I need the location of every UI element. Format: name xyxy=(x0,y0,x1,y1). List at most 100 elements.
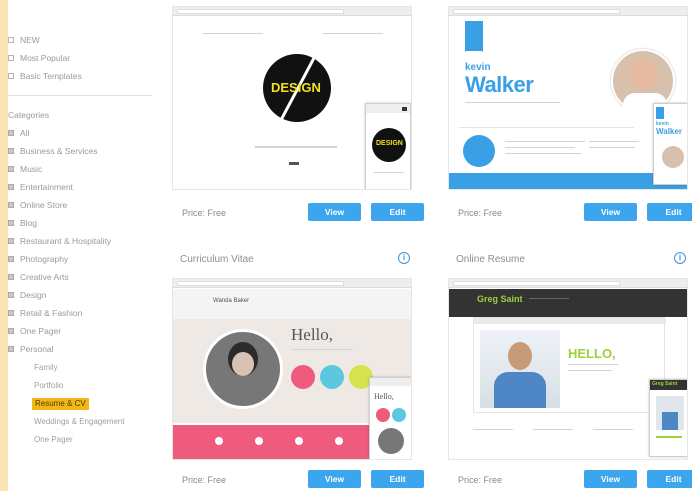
text-line xyxy=(533,429,573,430)
checkbox[interactable] xyxy=(8,238,14,244)
checkbox[interactable] xyxy=(8,220,14,226)
category-label: Business & Services xyxy=(20,146,98,156)
checkbox[interactable] xyxy=(8,274,14,280)
filter-new[interactable]: NEW xyxy=(8,34,40,46)
category-all[interactable]: All xyxy=(8,127,29,139)
checkbox[interactable] xyxy=(8,202,14,208)
category-creative-arts[interactable]: Creative Arts xyxy=(8,271,69,283)
category-label: Design xyxy=(20,290,47,300)
checkbox[interactable] xyxy=(8,310,14,316)
resume-name: Wanda Baker xyxy=(213,298,250,304)
checkbox[interactable] xyxy=(8,148,14,154)
category-restaurant-hospitality[interactable]: Restaurant & Hospitality xyxy=(8,235,111,247)
phone-bar xyxy=(370,378,411,386)
mobile-preview: DESIGN xyxy=(365,103,411,189)
category-label: Blog xyxy=(20,218,38,228)
template-preview[interactable]: Greg Saint HELLO, Greg Saint xyxy=(448,278,688,460)
subcategory-portfolio[interactable]: Portfolio xyxy=(34,380,63,392)
template-preview[interactable]: DESIGN DESIGN xyxy=(172,6,412,190)
text-line xyxy=(529,298,569,299)
info-icon[interactable]: i xyxy=(674,252,686,264)
browser-bar xyxy=(173,279,411,288)
category-one-pager[interactable]: One Pager xyxy=(8,325,61,337)
subcategory-resume-cv[interactable]: Resume & CV xyxy=(32,398,89,410)
checkbox[interactable] xyxy=(8,73,14,79)
contact-icon xyxy=(255,437,263,445)
checkbox[interactable] xyxy=(8,292,14,298)
accent-circle-pink xyxy=(376,408,390,422)
edit-button[interactable]: Edit xyxy=(371,470,424,488)
face xyxy=(508,342,532,370)
view-button[interactable]: View xyxy=(584,470,637,488)
nav-line xyxy=(323,33,383,34)
logo-text: DESIGN xyxy=(271,80,321,95)
view-button[interactable]: View xyxy=(308,203,361,221)
text-line xyxy=(568,364,618,365)
accent-circle-blue xyxy=(320,365,344,389)
accent-circle-pink xyxy=(291,365,315,389)
text-line xyxy=(568,370,612,371)
template-preview[interactable]: kevin Walker kevin Walker xyxy=(448,6,688,190)
checkbox[interactable] xyxy=(8,328,14,334)
checkbox[interactable] xyxy=(8,346,14,352)
subcategory-family[interactable]: Family xyxy=(34,362,58,374)
view-button[interactable]: View xyxy=(308,470,361,488)
category-entertainment[interactable]: Entertainment xyxy=(8,181,73,193)
resume-last-name: Walker xyxy=(465,72,534,97)
greeting-heading: HELLO, xyxy=(568,346,616,361)
checkbox[interactable] xyxy=(8,184,14,190)
category-blog[interactable]: Blog xyxy=(8,217,37,229)
category-label: Retail & Fashion xyxy=(20,308,83,318)
price-label: Price: Free xyxy=(458,475,503,485)
checkbox[interactable] xyxy=(8,37,14,43)
view-button[interactable]: View xyxy=(584,203,637,221)
text-line xyxy=(465,102,560,103)
checkbox[interactable] xyxy=(8,166,14,172)
accent-circle-blue xyxy=(392,408,406,422)
ribbon-tail xyxy=(465,45,483,52)
filter-most-popular[interactable]: Most Popular xyxy=(8,52,70,64)
text-line xyxy=(505,147,575,148)
info-icon[interactable]: i xyxy=(398,252,410,264)
edit-button[interactable]: Edit xyxy=(371,203,424,221)
profile-photo xyxy=(378,428,404,454)
contact-icon xyxy=(335,437,343,445)
address-bar xyxy=(177,9,344,14)
shirt xyxy=(494,372,546,408)
category-design[interactable]: Design xyxy=(8,289,46,301)
category-retail-fashion[interactable]: Retail & Fashion xyxy=(8,307,82,319)
checkbox[interactable] xyxy=(8,55,14,61)
site-header xyxy=(173,289,411,319)
category-business-services[interactable]: Business & Services xyxy=(8,145,97,157)
template-gallery: NEW Most Popular Basic Templates Categor… xyxy=(8,0,692,491)
category-label: Online Store xyxy=(20,200,68,210)
filter-basic-templates[interactable]: Basic Templates xyxy=(8,70,82,82)
category-label: Personal xyxy=(20,344,54,354)
category-photography[interactable]: Photography xyxy=(8,253,68,265)
face xyxy=(232,352,254,376)
checkbox[interactable] xyxy=(8,130,14,136)
accent-circle xyxy=(463,135,495,167)
category-online-store[interactable]: Online Store xyxy=(8,199,67,211)
text-line xyxy=(589,147,635,148)
category-label: Entertainment xyxy=(20,182,73,192)
checkbox[interactable] xyxy=(8,256,14,262)
edit-button[interactable]: Edit xyxy=(647,203,692,221)
subcategory-weddings-engagement[interactable]: Weddings & Engagement xyxy=(34,416,125,428)
shirt xyxy=(662,412,678,430)
category-label: Restaurant & Hospitality xyxy=(20,236,112,246)
browser-bar xyxy=(173,7,411,16)
template-preview[interactable]: Wanda Baker Hello, Hello, xyxy=(172,278,412,460)
profile-photo xyxy=(480,330,560,408)
address-bar xyxy=(453,9,620,14)
category-personal[interactable]: Personal xyxy=(8,343,54,355)
subcategory-one-pager[interactable]: One Pager xyxy=(34,434,73,446)
divider-line xyxy=(459,127,634,128)
edit-button[interactable]: Edit xyxy=(647,470,692,488)
address-bar xyxy=(177,281,344,286)
accent-line xyxy=(656,436,682,438)
text-line xyxy=(255,146,337,148)
profile-photo xyxy=(662,146,684,168)
sidebar: NEW Most Popular Basic Templates Categor… xyxy=(8,0,158,491)
category-music[interactable]: Music xyxy=(8,163,42,175)
